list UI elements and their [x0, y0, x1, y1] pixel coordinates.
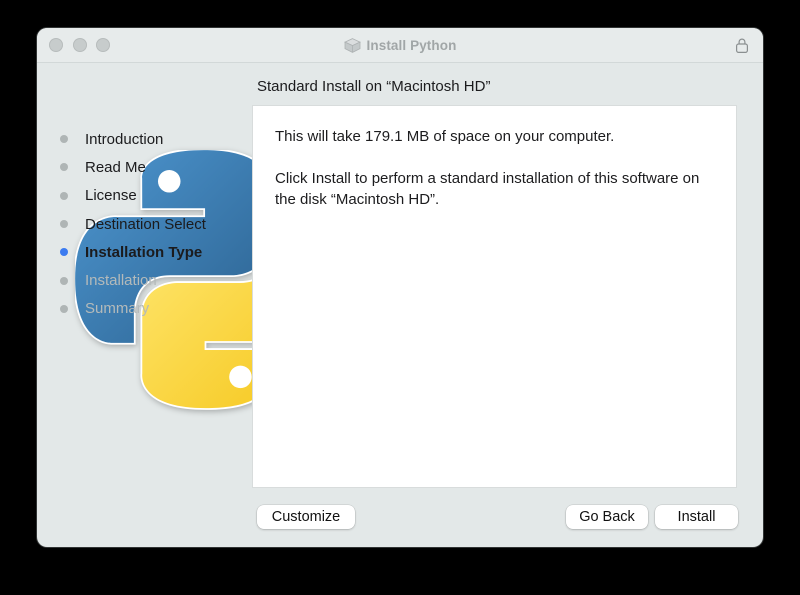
- step-installation-type: Installation Type: [60, 238, 206, 266]
- install-steps: Introduction Read Me License Destination…: [60, 125, 206, 323]
- step-bullet-icon: [60, 220, 68, 228]
- step-destination-select: Destination Select: [60, 210, 206, 238]
- zoom-button[interactable]: [96, 38, 110, 52]
- step-bullet-icon: [60, 135, 68, 143]
- window-title-group: Install Python: [37, 28, 763, 62]
- step-summary: Summary: [60, 295, 206, 323]
- step-bullet-icon: [60, 305, 68, 313]
- content-panel: This will take 179.1 MB of space on your…: [252, 105, 737, 488]
- step-installation: Installation: [60, 266, 206, 294]
- step-read-me: Read Me: [60, 153, 206, 181]
- step-bullet-icon: [60, 192, 68, 200]
- traffic-lights: [49, 38, 110, 52]
- screen-background: Install Python: [0, 0, 800, 595]
- install-instructions-text: Click Install to perform a standard inst…: [275, 168, 714, 210]
- step-introduction: Introduction: [60, 125, 206, 153]
- install-button[interactable]: Install: [655, 505, 738, 529]
- window-title: Install Python: [367, 38, 457, 53]
- current-step-bullet-icon: [60, 248, 68, 256]
- step-label: Installation Type: [85, 244, 202, 261]
- minimize-button[interactable]: [73, 38, 87, 52]
- titlebar[interactable]: Install Python: [37, 28, 763, 63]
- step-license: License: [60, 182, 206, 210]
- step-label: Summary: [85, 300, 149, 317]
- step-label: Introduction: [85, 131, 163, 148]
- customize-button[interactable]: Customize: [257, 505, 355, 529]
- lock-icon: [735, 37, 749, 54]
- pane-title: Standard Install on “Macintosh HD”: [257, 78, 490, 95]
- step-label: Installation: [85, 272, 157, 289]
- close-button[interactable]: [49, 38, 63, 52]
- step-label: License: [85, 187, 137, 204]
- step-bullet-icon: [60, 163, 68, 171]
- space-required-text: This will take 179.1 MB of space on your…: [275, 126, 714, 147]
- step-bullet-icon: [60, 277, 68, 285]
- installer-package-icon: [344, 38, 361, 53]
- step-label: Read Me: [85, 159, 146, 176]
- go-back-button[interactable]: Go Back: [566, 505, 648, 529]
- installer-window: Install Python: [37, 28, 763, 547]
- step-label: Destination Select: [85, 216, 206, 233]
